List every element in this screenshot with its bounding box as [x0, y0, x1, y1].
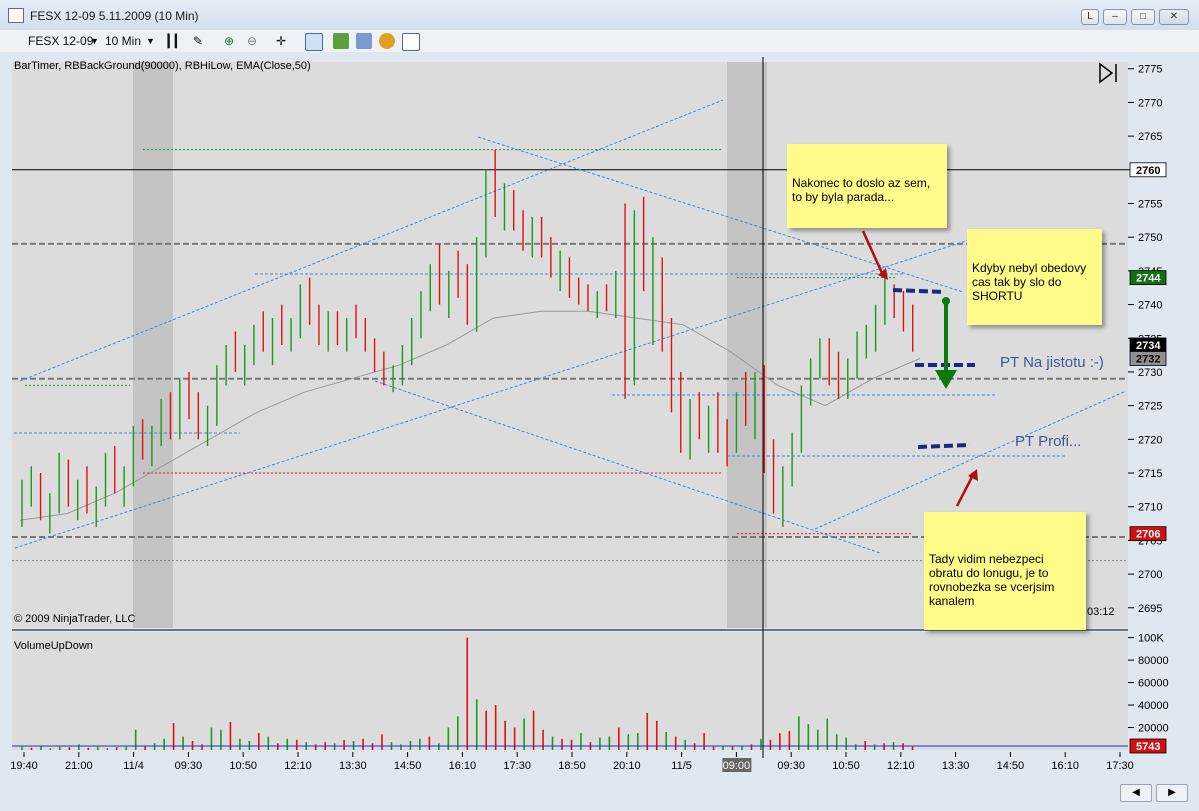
copyright-label: © 2009 NinjaTrader, LLC [14, 613, 135, 625]
price-marker-label: 2706 [1136, 529, 1160, 541]
x-tick-label: 19:40 [10, 760, 38, 772]
x-tick-label: 17:30 [503, 760, 531, 772]
volume-y-tick-label: 40000 [1138, 700, 1169, 712]
short-arrow-start [942, 297, 950, 305]
strategy-icon[interactable] [333, 33, 349, 49]
title-bar[interactable]: FESX 12-09 5.11.2009 (10 Min) L – □ ✕ [0, 0, 1199, 30]
x-tick-label: 20:10 [613, 760, 641, 772]
x-tick-label: 14:50 [394, 760, 422, 772]
y-tick-label: 2765 [1138, 131, 1162, 143]
drawing-tool-icon[interactable]: ✎ [193, 33, 203, 49]
crosshair-icon[interactable]: ✛ [276, 33, 286, 49]
bar-timer-label: 03:12 [1087, 606, 1115, 618]
x-tick-label: 11/5 [671, 760, 692, 772]
y-tick-label: 2725 [1138, 401, 1162, 413]
target-label-safe: PT Na jistotu :-) [1000, 354, 1104, 371]
session-background [133, 62, 173, 628]
chevron-down-icon[interactable]: ▼ [90, 33, 99, 49]
volume-y-tick-label: 60000 [1138, 678, 1169, 690]
volume-label: VolumeUpDown [14, 640, 93, 652]
y-tick-label: 2730 [1138, 367, 1162, 379]
chart-area[interactable]: 2695270027052710271527202725273027352740… [0, 52, 1199, 778]
money-icon[interactable] [379, 33, 395, 49]
y-tick-label: 2770 [1138, 97, 1162, 109]
volume-y-tick-label: 100K [1138, 633, 1164, 645]
x-tick-label: 13:30 [942, 760, 970, 772]
close-icon[interactable]: ✕ [1159, 9, 1189, 25]
x-tick-label: 16:10 [449, 760, 477, 772]
interval-selector[interactable]: 10 Min [105, 33, 141, 49]
chevron-down-icon[interactable]: ▼ [146, 33, 155, 49]
chart-window: FESX 12-09 5.11.2009 (10 Min) L – □ ✕ FE… [0, 0, 1199, 811]
maximize-icon[interactable]: □ [1131, 9, 1155, 25]
y-tick-label: 2720 [1138, 434, 1162, 446]
instrument-selector[interactable]: FESX 12-09 [28, 33, 93, 49]
x-tick-label: 11/4 [123, 760, 144, 772]
session-background [727, 62, 767, 628]
x-tick-label: 21:00 [65, 760, 93, 772]
note-short: Kdyby nebyl obedovy cas tak by slo do SH… [967, 229, 1102, 325]
note-reversal: Tady vidim nebezpeci obratu do lonugu, j… [924, 512, 1086, 630]
x-tick-label: 16:10 [1051, 760, 1079, 772]
x-tick-label: 13:30 [339, 760, 367, 772]
y-tick-label: 2740 [1138, 300, 1162, 312]
price-marker-label: 2732 [1136, 353, 1160, 365]
x-tick-label: 18:50 [558, 760, 586, 772]
y-tick-label: 2750 [1138, 232, 1162, 244]
y-tick-label: 2775 [1138, 64, 1162, 76]
price-marker-label: 2734 [1136, 340, 1161, 352]
y-tick-label: 2700 [1138, 569, 1162, 581]
indicators-icon[interactable] [356, 33, 372, 49]
link-button[interactable]: L [1081, 9, 1099, 25]
target-label-profi: PT Profi... [1015, 433, 1081, 450]
volume-y-tick-label: 20000 [1138, 723, 1169, 735]
x-tick-label: 10:50 [229, 760, 257, 772]
volume-y-tick-label: 80000 [1138, 655, 1169, 667]
window-title: FESX 12-09 5.11.2009 (10 Min) [30, 9, 199, 23]
zoom-out-icon[interactable]: ⊖ [247, 33, 257, 49]
scroll-right-icon[interactable]: ▶ [1156, 784, 1188, 802]
y-tick-label: 2755 [1138, 199, 1162, 211]
properties-icon[interactable] [305, 33, 323, 51]
x-tick-label: 17:30 [1106, 760, 1134, 772]
chart-app-icon [8, 8, 24, 23]
x-tick-label: 09:00 [723, 760, 751, 772]
price-marker-label: 2744 [1136, 273, 1161, 285]
volume-panel [12, 632, 1128, 750]
note-target: Nakonec to doslo az sem, to by byla para… [787, 144, 947, 228]
x-tick-label: 09:30 [777, 760, 805, 772]
status-bar: ◀ ▶ [0, 778, 1199, 811]
price-marker-label: 2760 [1136, 165, 1160, 177]
zoom-in-icon[interactable]: ⊕ [224, 33, 234, 49]
x-tick-label: 12:10 [887, 760, 915, 772]
y-tick-label: 2710 [1138, 502, 1162, 514]
x-tick-label: 14:50 [997, 760, 1025, 772]
x-tick-label: 09:30 [175, 760, 203, 772]
scroll-left-icon[interactable]: ◀ [1120, 784, 1152, 802]
bar-style-icon[interactable]: ┃┃ [165, 33, 179, 49]
chart-toolbar: FESX 12-09 ▼ 10 Min ▼ ┃┃ ✎ ⊕ ⊖ ✛ [0, 30, 1199, 53]
y-tick-label: 2715 [1138, 468, 1162, 480]
x-tick-label: 10:50 [832, 760, 860, 772]
minimize-icon[interactable]: – [1103, 9, 1127, 25]
x-tick-label: 12:10 [284, 760, 312, 772]
volume-marker-label: 5743 [1136, 741, 1160, 753]
data-box-icon[interactable] [402, 33, 420, 51]
indicators-label: BarTimer, RBBackGround(90000), RBHiLow, … [14, 60, 311, 72]
y-tick-label: 2695 [1138, 603, 1162, 615]
